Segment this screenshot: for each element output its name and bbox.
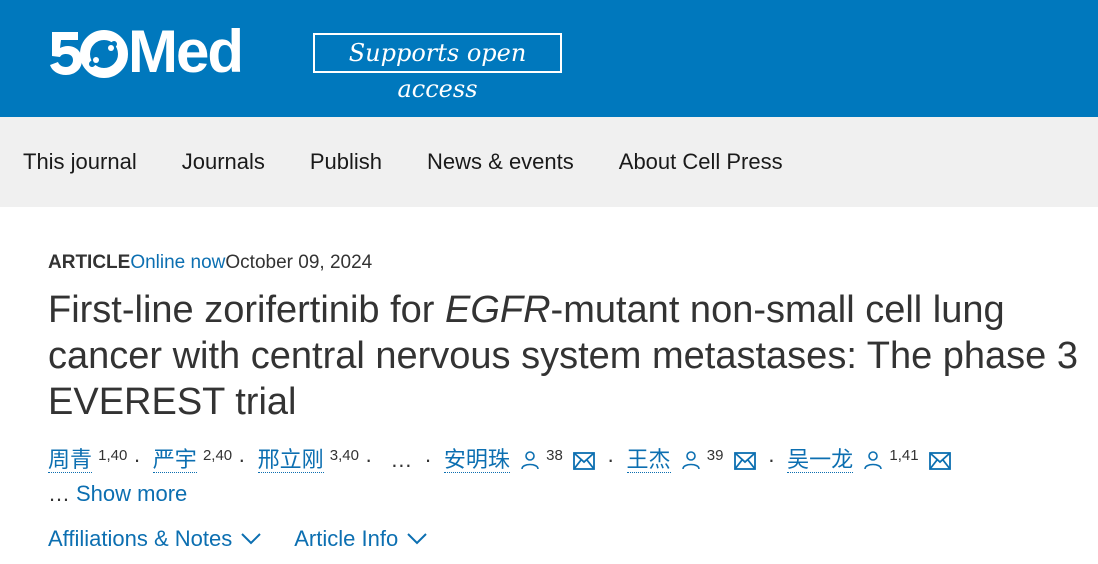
publication-date: October 09, 2024 [225,252,373,273]
article-sections: Affiliations & Notes Article Info [48,525,1050,553]
author-link[interactable]: 王杰 [626,447,671,473]
person-icon [521,451,539,470]
authors-ellipsis: … [390,447,413,472]
article-info-toggle[interactable]: Article Info [294,525,428,553]
author-link[interactable]: 严宇 [152,447,197,473]
email-icon[interactable] [928,452,951,470]
author-link[interactable]: 安明珠 [443,447,510,473]
author-affiliation-sup: 38 [546,447,563,464]
nav-item-journals[interactable]: Journals [182,149,265,175]
chevron-down-icon [241,533,261,545]
affiliations-notes-toggle[interactable]: Affiliations & Notes [48,525,262,553]
nav-item-news-events[interactable]: News & events [427,149,574,175]
show-more-ellipsis: … [48,481,70,506]
separator-dot: · [364,447,373,472]
author-affiliation-sup: 39 [706,447,724,464]
author-affiliation-sup: 1,41 [889,447,919,464]
show-more-row: … Show more [48,479,1050,509]
email-icon[interactable] [733,452,756,470]
article-meta: ARTICLEOnline nowOctober 09, 2024 [48,252,1050,274]
title-part-1: First-line zorifertinib for [48,289,445,331]
article-type: ARTICLE [48,252,131,273]
author-link[interactable]: 周青 [48,447,93,473]
person-icon [681,451,700,470]
article-header: ARTICLEOnline nowOctober 09, 2024 First-… [0,252,1098,553]
separator-dot: · [238,447,246,472]
open-access-badge[interactable]: Supports open access [313,33,562,103]
affiliations-notes-label: Affiliations & Notes [48,526,233,551]
separator-dot: · [133,447,141,472]
author-affiliation-sup: 3,40 [329,447,359,464]
chevron-down-icon [407,533,427,545]
author-link[interactable]: 邢立刚 [257,447,324,473]
author-list: 周青 1,40 · 严宇 2,40 · 邢立刚 3,40 · … · 安明珠 38 · … [48,439,1058,477]
separator-dot: · [767,447,776,472]
fifty-years-logo-icon [50,30,128,78]
article-info-label: Article Info [294,526,399,551]
nav-item-this-journal[interactable]: This journal [23,149,137,175]
author-affiliation-sup: 2,40 [202,447,233,464]
nav-item-about-cell-press[interactable]: About Cell Press [619,149,783,175]
separator-dot: · [424,447,432,472]
show-more-authors-link[interactable]: Show more [76,481,187,506]
title-italic-gene: EGFR [444,289,551,331]
author-affiliation-sup: 1,40 [98,447,128,464]
med-logo[interactable]: Med [48,18,244,85]
online-status[interactable]: Online now [130,252,225,273]
author-link[interactable]: 吴一龙 [787,447,854,473]
article-title: First-line zorifertinib for EGFR-mutant … [48,287,1088,425]
separator-dot: · [607,447,615,472]
email-icon[interactable] [573,452,595,470]
site-header: Med Supports open access [0,0,1098,117]
main-nav: This journal Journals Publish News & eve… [0,117,1098,207]
nav-item-publish[interactable]: Publish [310,149,382,175]
person-icon [864,451,883,470]
logo-text: Med [128,18,244,85]
